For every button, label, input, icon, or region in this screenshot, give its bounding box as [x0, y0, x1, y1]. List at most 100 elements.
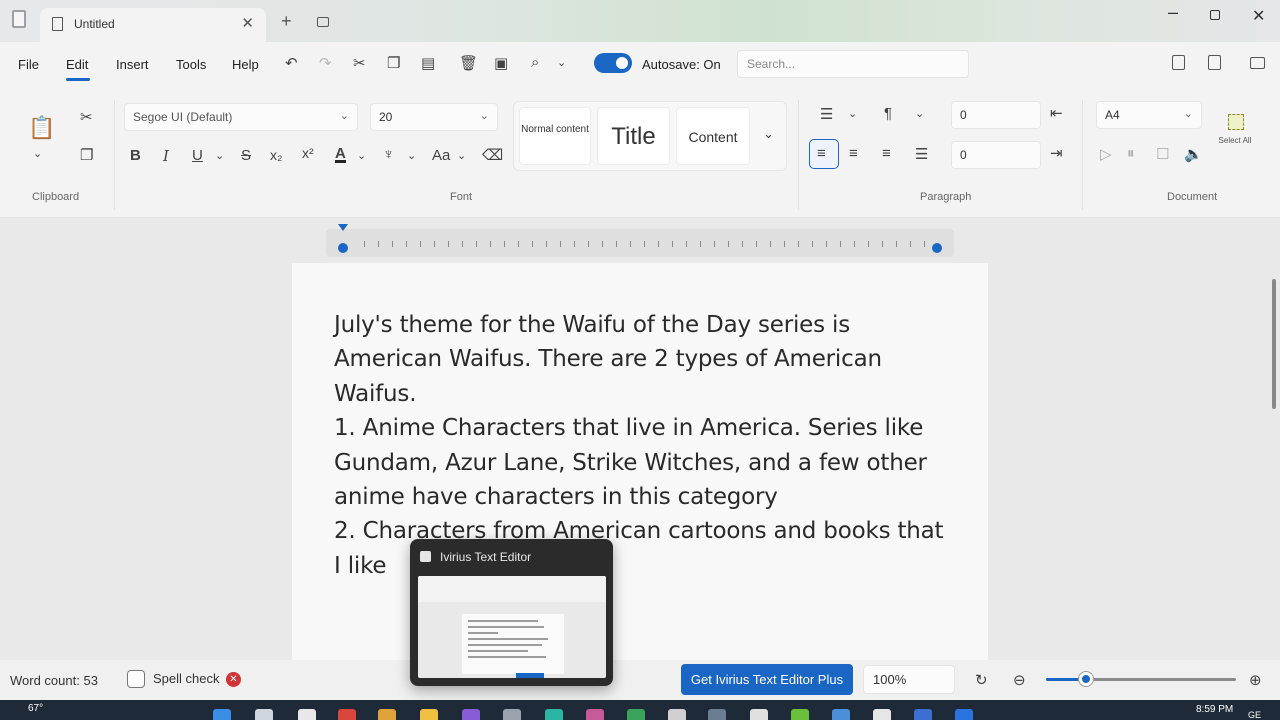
app-icon[interactable]: [545, 709, 563, 720]
new-tab-button[interactable]: +: [281, 11, 292, 32]
save-icon[interactable]: ▣: [494, 54, 508, 72]
app-icon[interactable]: [462, 709, 480, 720]
tab-untitled[interactable]: Untitled ✕: [40, 8, 266, 42]
document-line[interactable]: American Waifus. There are 2 types of Am…: [334, 342, 964, 376]
app-icon[interactable]: [750, 709, 768, 720]
taskbar-clock[interactable]: 8:59 PM: [1196, 704, 1233, 715]
underline-options-icon[interactable]: ⌄: [215, 149, 224, 162]
align-right-icon[interactable]: ≡: [882, 145, 891, 162]
search-icon[interactable]: ⌕: [531, 54, 539, 71]
italic-icon[interactable]: I: [163, 147, 169, 165]
indent-field[interactable]: 0: [951, 101, 1041, 129]
text-size-chevron-icon[interactable]: ⌄: [457, 149, 466, 162]
compact-view-icon[interactable]: [1208, 55, 1221, 70]
left-margin-marker[interactable]: [338, 243, 348, 253]
speaker-icon[interactable]: 🔈: [1184, 145, 1203, 163]
menu-file[interactable]: File: [18, 57, 39, 72]
app-icon[interactable]: [914, 709, 932, 720]
paste-large-icon[interactable]: 📋: [28, 115, 55, 141]
increase-indent-icon[interactable]: ⇥: [1050, 144, 1063, 162]
get-plus-button[interactable]: Get Ivirius Text Editor Plus: [681, 664, 853, 695]
cut-icon[interactable]: ✂: [353, 54, 366, 72]
weather-temperature[interactable]: 67°: [28, 703, 43, 714]
style-title[interactable]: Title: [597, 107, 670, 165]
zoom-out-icon[interactable]: ⊖: [1013, 671, 1026, 689]
menu-insert[interactable]: Insert: [116, 57, 149, 72]
page-size-select[interactable]: A4 ⌄: [1096, 101, 1202, 129]
app-icon[interactable]: [873, 709, 891, 720]
document-line[interactable]: 1. Anime Characters that live in America…: [334, 411, 964, 445]
start-icon[interactable]: [213, 709, 231, 720]
document-line[interactable]: July's theme for the Waifu of the Day se…: [334, 308, 964, 342]
zoom-input[interactable]: 100%: [863, 665, 955, 694]
styles-expand-icon[interactable]: ⌄: [763, 126, 774, 142]
zoom-in-icon[interactable]: ⊕: [1249, 671, 1262, 689]
document-line[interactable]: anime have characters in this category: [334, 480, 964, 514]
menu-tools[interactable]: Tools: [176, 57, 206, 72]
text-editor-icon[interactable]: [503, 709, 521, 720]
delete-icon[interactable]: 🗑: [459, 54, 478, 72]
select-all-icon[interactable]: [1228, 114, 1244, 130]
paragraph-chevron-icon[interactable]: ⌄: [915, 107, 924, 120]
pause-icon[interactable]: ⏸: [1127, 145, 1135, 162]
clear-format-icon[interactable]: ⌫: [482, 146, 503, 164]
justify-icon[interactable]: ☰: [915, 145, 928, 163]
vertical-scrollbar[interactable]: [1272, 279, 1276, 409]
zoom-slider-thumb[interactable]: [1079, 672, 1093, 686]
paragraph-icon[interactable]: ¶: [884, 105, 892, 122]
ribbon-copy-icon[interactable]: ❐: [80, 146, 93, 164]
font-color-icon[interactable]: A: [335, 146, 346, 163]
font-family-select[interactable]: Segoe UI (Default) ⌄: [124, 103, 358, 131]
play-icon[interactable]: ▷: [1100, 145, 1112, 163]
paste-chevron-icon[interactable]: ⌄: [33, 147, 42, 160]
app-icon[interactable]: [586, 709, 604, 720]
bold-icon[interactable]: B: [130, 147, 141, 164]
highlight-icon[interactable]: ♆: [383, 146, 394, 163]
underline-icon[interactable]: U: [192, 147, 203, 164]
app-icon[interactable]: [832, 709, 850, 720]
first-line-indent-marker[interactable]: [338, 224, 348, 231]
superscript-icon[interactable]: x²: [302, 145, 314, 161]
app-icon[interactable]: [338, 709, 356, 720]
copy-icon[interactable]: ❐: [387, 54, 400, 72]
decrease-indent-icon[interactable]: ⇤: [1050, 104, 1063, 122]
app-icon[interactable]: [627, 709, 645, 720]
language-indicator[interactable]: GE: [1248, 710, 1261, 720]
list-icon[interactable]: ☰: [820, 105, 833, 123]
undo-icon[interactable]: ↶: [285, 54, 298, 72]
redo-icon[interactable]: ↷: [319, 54, 332, 72]
style-normal-content[interactable]: Normal content: [519, 107, 591, 165]
menu-help[interactable]: Help: [232, 57, 259, 72]
subscript-icon[interactable]: x₂: [270, 147, 282, 163]
search-chevron-icon[interactable]: ⌄: [557, 56, 566, 69]
task-view-icon[interactable]: [298, 709, 316, 720]
text-size-icon[interactable]: Aa: [432, 147, 450, 164]
stop-icon[interactable]: ☐: [1156, 145, 1169, 163]
ribbon-cut-icon[interactable]: ✂: [80, 108, 93, 126]
folder-icon[interactable]: [420, 709, 438, 720]
chrome-icon[interactable]: [378, 709, 396, 720]
spacing-field[interactable]: 0: [951, 141, 1041, 169]
strikethrough-icon[interactable]: S: [241, 147, 251, 164]
right-margin-marker[interactable]: [932, 243, 942, 253]
document-line[interactable]: Gundam, Azur Lane, Strike Witches, and a…: [334, 446, 964, 480]
document-info-icon[interactable]: [1172, 55, 1185, 70]
preview-thumbnail[interactable]: [418, 576, 606, 678]
search-input[interactable]: Search...: [737, 50, 969, 78]
autosave-toggle[interactable]: [594, 53, 632, 73]
paste-icon[interactable]: ▤: [421, 54, 435, 72]
close-window-button[interactable]: ✕: [1252, 6, 1265, 26]
select-all-label[interactable]: Select All: [1218, 136, 1252, 145]
style-content[interactable]: Content: [676, 107, 750, 165]
app-icon[interactable]: [668, 709, 686, 720]
spell-check-checkbox[interactable]: [127, 670, 145, 688]
maximize-button[interactable]: [1210, 10, 1220, 20]
app-icon[interactable]: [791, 709, 809, 720]
font-color-chevron-icon[interactable]: ⌄: [357, 149, 366, 162]
minimize-button[interactable]: –: [1168, 2, 1178, 23]
menu-edit[interactable]: Edit: [66, 57, 88, 72]
reset-zoom-icon[interactable]: ↻: [975, 671, 988, 689]
align-center-icon[interactable]: ≡: [849, 145, 858, 162]
fullscreen-icon[interactable]: [1250, 57, 1265, 69]
font-size-select[interactable]: 20 ⌄: [370, 103, 498, 131]
